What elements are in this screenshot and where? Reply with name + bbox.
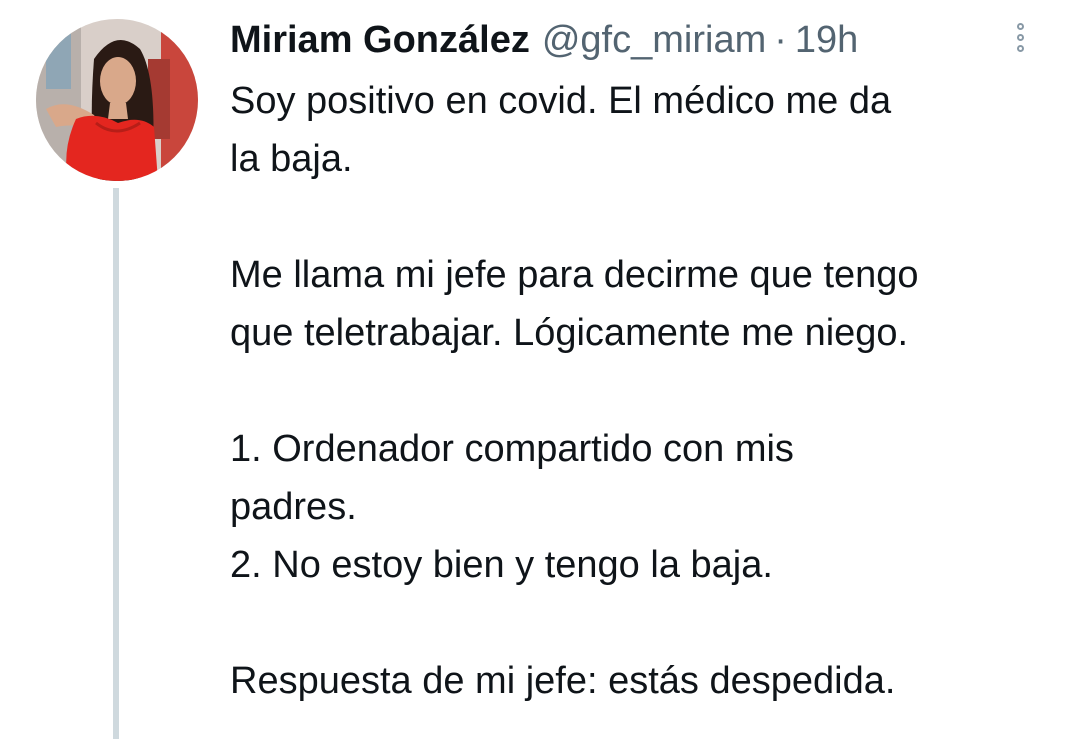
author-handle[interactable]: @gfc_miriam [542, 14, 766, 66]
tweet-text: Soy positivo en covid. El médico me da l… [230, 72, 1060, 710]
profile-photo [36, 19, 198, 181]
more-options-button[interactable] [1006, 14, 1034, 60]
tweet-paragraph: 1. Ordenador compartido con mis padres. … [230, 420, 1060, 594]
text-line: Me llama mi jefe para decirme que tengo [230, 254, 919, 296]
tweet-timestamp[interactable]: 19h [795, 14, 858, 66]
more-vertical-icon [1016, 22, 1024, 52]
text-line: 1. Ordenador compartido con mis [230, 428, 794, 470]
text-line: 2. No estoy bien y tengo la baja. [230, 544, 773, 586]
avatar[interactable] [36, 19, 198, 181]
text-line: Respuesta de mi jefe: estás despedida. [230, 660, 896, 702]
tweet-header: Miriam González @gfc_miriam · 19h [230, 14, 858, 66]
author-name[interactable]: Miriam González [230, 14, 530, 66]
tweet-paragraph: Soy positivo en covid. El médico me da l… [230, 72, 1060, 188]
text-line: la baja. [230, 138, 353, 180]
tweet-paragraph: Me llama mi jefe para decirme que tengo … [230, 246, 1060, 362]
text-line: padres. [230, 486, 357, 528]
header-separator: · [774, 19, 787, 61]
text-line: Soy positivo en covid. El médico me da [230, 80, 892, 122]
tweet-paragraph: Respuesta de mi jefe: estás despedida. [230, 652, 1060, 710]
text-line: que teletrabajar. Lógicamente me niego. [230, 312, 909, 354]
tweet[interactable]: Miriam González @gfc_miriam · 19h Soy po… [0, 0, 1080, 739]
thread-line [113, 188, 119, 739]
